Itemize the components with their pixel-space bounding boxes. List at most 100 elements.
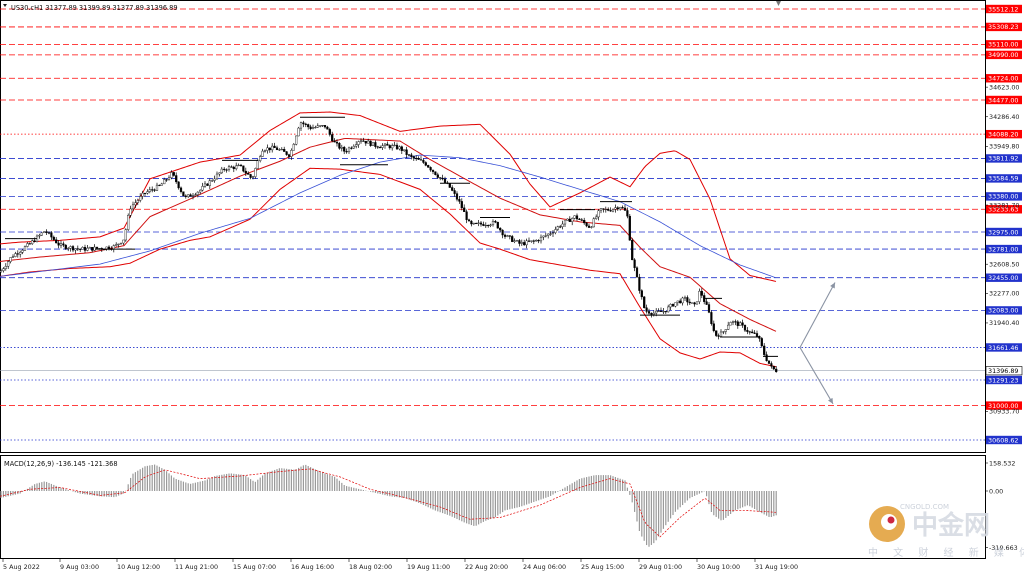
candle: [369, 140, 372, 147]
x-tick-label: 9 Aug 03:00: [60, 563, 99, 571]
candle-body: [225, 169, 228, 171]
candle-body: [475, 222, 478, 225]
price-level-label: 32781.00: [988, 245, 1019, 253]
candle-body: [158, 184, 161, 187]
candle: [297, 126, 300, 137]
candle-body: [345, 151, 348, 153]
candle-body: [302, 122, 305, 125]
candle: [182, 191, 185, 197]
candle-body: [515, 240, 519, 242]
y-tick-label: 31940.40: [989, 319, 1020, 327]
candle-body: [710, 312, 713, 324]
candle-body: [693, 302, 696, 305]
y-tick-label: 32277.00: [989, 290, 1020, 298]
candle-body: [568, 218, 571, 222]
x-tick-label: 16 Aug 16:00: [291, 563, 334, 571]
candle-body: [643, 296, 646, 308]
candle-body: [218, 172, 221, 175]
candle-body: [50, 232, 53, 238]
candle-body: [208, 180, 211, 186]
candle-body: [626, 210, 629, 217]
candle-body: [79, 248, 82, 250]
candle-body: [263, 150, 267, 152]
candle-body: [770, 363, 773, 367]
candle-body: [119, 242, 123, 245]
candle-body: [741, 322, 744, 326]
candle-body: [422, 159, 425, 163]
current-price-label: 31396.89: [988, 367, 1019, 375]
x-tick-label: 15 Aug 07:00: [233, 563, 276, 571]
candle-body: [530, 240, 533, 242]
candle-body: [83, 247, 87, 251]
candle-body: [59, 243, 63, 246]
candle-body: [55, 239, 58, 244]
candle-body: [196, 191, 199, 195]
candle-body: [69, 246, 72, 249]
candle-body: [38, 234, 41, 237]
candle-body: [292, 144, 295, 151]
candle-body: [496, 221, 499, 229]
candle-body: [400, 146, 403, 151]
candle-body: [117, 243, 120, 245]
candle-body: [151, 189, 154, 191]
candle-body: [112, 245, 115, 250]
candle-body: [566, 218, 569, 221]
candle-body: [4, 266, 7, 269]
candle-body: [81, 247, 84, 250]
x-tick-label: 19 Aug 11:00: [407, 563, 450, 571]
candle-body: [33, 240, 36, 242]
candle-body: [7, 261, 10, 267]
candle-body: [628, 215, 631, 241]
candle-body: [129, 208, 132, 216]
candle-body: [0, 270, 3, 273]
candle-body: [551, 232, 555, 234]
candle-body: [443, 178, 447, 183]
candle-body: [707, 304, 711, 313]
candle-body: [583, 220, 586, 224]
candle-body: [537, 240, 540, 242]
candle-body: [727, 324, 730, 330]
candle-body: [280, 149, 283, 151]
candle-body: [554, 229, 557, 233]
candle: [124, 228, 127, 242]
candle-body: [719, 331, 723, 337]
candle-body: [417, 158, 420, 160]
candle-body: [247, 172, 250, 175]
candle-body: [441, 177, 444, 180]
candle-body: [527, 240, 531, 242]
candle-body: [28, 243, 31, 245]
candle-body: [731, 321, 735, 323]
candle-body: [331, 134, 334, 142]
x-tick-label: 30 Aug 10:00: [697, 563, 740, 571]
trading-chart[interactable]: 35512.12 35308.23 35110.00 34990.00 34724.00…: [0, 0, 1024, 574]
candle-body: [573, 215, 576, 219]
candle-body: [511, 236, 514, 242]
candle-body: [45, 231, 48, 233]
candle-body: [91, 247, 94, 251]
candle-body: [297, 127, 300, 137]
price-level-label: 32455.00: [988, 274, 1019, 282]
candle: [643, 296, 646, 309]
candle-body: [525, 240, 528, 246]
candle-body: [316, 125, 319, 128]
candle-body: [232, 166, 235, 170]
candle: [691, 302, 694, 304]
candle-body: [578, 218, 581, 220]
candle-body: [74, 248, 77, 251]
candle-body: [244, 170, 247, 174]
candle: [631, 237, 634, 261]
x-tick-label: 22 Aug 20:00: [465, 563, 508, 571]
candle-body: [508, 235, 511, 237]
candle-body: [479, 222, 483, 225]
candle-body: [386, 143, 389, 146]
candle-body: [499, 227, 502, 231]
candle-body: [167, 177, 171, 180]
candle-body: [695, 301, 699, 305]
candle-body: [700, 290, 703, 296]
candle-body: [187, 194, 190, 197]
candle-body: [11, 256, 15, 258]
candle-body: [765, 354, 768, 361]
candle: [448, 183, 451, 188]
candle-body: [650, 313, 653, 315]
candle: [43, 231, 46, 234]
